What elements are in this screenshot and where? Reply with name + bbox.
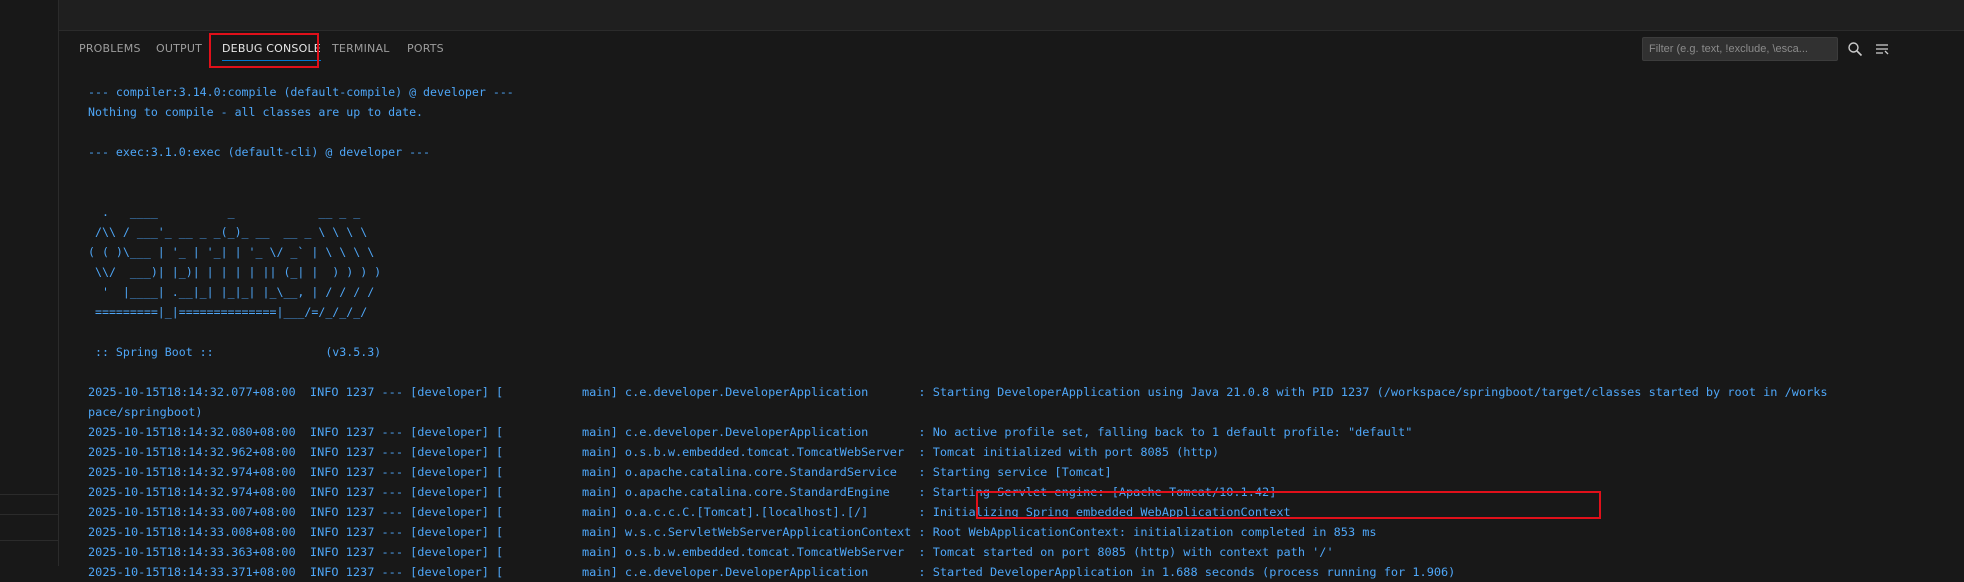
editor-area-edge (59, 0, 1964, 31)
ascii-banner-line: ' |____| .__|_| |_|_| |_\__, | / / / / (88, 285, 375, 299)
log-line: 2025-10-15T18:14:33.363+08:00 INFO 1237 … (88, 545, 1334, 559)
ascii-banner-line: =========|_|==============|___/=/_/_/_/ (88, 305, 368, 319)
log-line: 2025-10-15T18:14:33.008+08:00 INFO 1237 … (88, 525, 1377, 539)
log-line: 2025-10-15T18:14:32.077+08:00 INFO 1237 … (88, 385, 1828, 399)
panel-tabs: PROBLEMS OUTPUT DEBUG CONSOLE TERMINAL P… (59, 31, 1964, 68)
active-tab-indicator (222, 60, 321, 61)
log-line-continuation: pace/springboot) (88, 405, 203, 419)
log-line: 2025-10-15T18:14:32.974+08:00 INFO 1237 … (88, 485, 1277, 499)
ascii-banner-line: /\\ / ___'_ __ _ _(_)_ __ __ _ \ \ \ \ (88, 225, 368, 239)
search-icon[interactable] (1844, 37, 1866, 61)
console-line: --- compiler:3.14.0:compile (default-com… (88, 85, 514, 99)
ascii-banner-line: . ____ _ __ _ _ (88, 205, 361, 219)
spring-boot-version-line: :: Spring Boot :: (v3.5.3) (88, 345, 382, 359)
word-wrap-icon[interactable] (1871, 37, 1893, 61)
divider (0, 540, 58, 541)
console-line: Nothing to compile - all classes are up … (88, 105, 424, 119)
tab-output[interactable]: OUTPUT (156, 31, 202, 67)
debug-console-output: --- compiler:3.14.0:compile (default-com… (88, 82, 1964, 579)
console-line: --- exec:3.1.0:exec (default-cli) @ deve… (88, 145, 431, 159)
log-line: 2025-10-15T18:14:32.974+08:00 INFO 1237 … (88, 465, 1112, 479)
tab-ports[interactable]: PORTS (407, 31, 444, 67)
log-line-started: 2025-10-15T18:14:33.371+08:00 INFO 1237 … (88, 565, 1456, 579)
activity-strip (0, 0, 59, 566)
tab-debug-console-label: DEBUG CONSOLE (222, 42, 321, 55)
log-line: 2025-10-15T18:14:32.962+08:00 INFO 1237 … (88, 445, 1220, 459)
log-line: 2025-10-15T18:14:33.007+08:00 INFO 1237 … (88, 505, 1291, 519)
ascii-banner-line: ( ( )\___ | '_ | '_| | '_ \/ _` | \ \ \ … (88, 245, 375, 259)
log-line: 2025-10-15T18:14:32.080+08:00 INFO 1237 … (88, 425, 1413, 439)
tab-debug-console[interactable]: DEBUG CONSOLE (222, 31, 321, 67)
tab-problems[interactable]: PROBLEMS (79, 31, 141, 67)
filter-input[interactable]: Filter (e.g. text, !exclude, \esca... (1642, 37, 1838, 61)
ascii-banner-line: \\/ ___)| |_)| | | | | || (_| | ) ) ) ) (88, 265, 382, 279)
divider (0, 514, 58, 515)
tab-terminal[interactable]: TERMINAL (332, 31, 390, 67)
bottom-panel: PROBLEMS OUTPUT DEBUG CONSOLE TERMINAL P… (59, 31, 1964, 579)
divider (0, 494, 58, 495)
